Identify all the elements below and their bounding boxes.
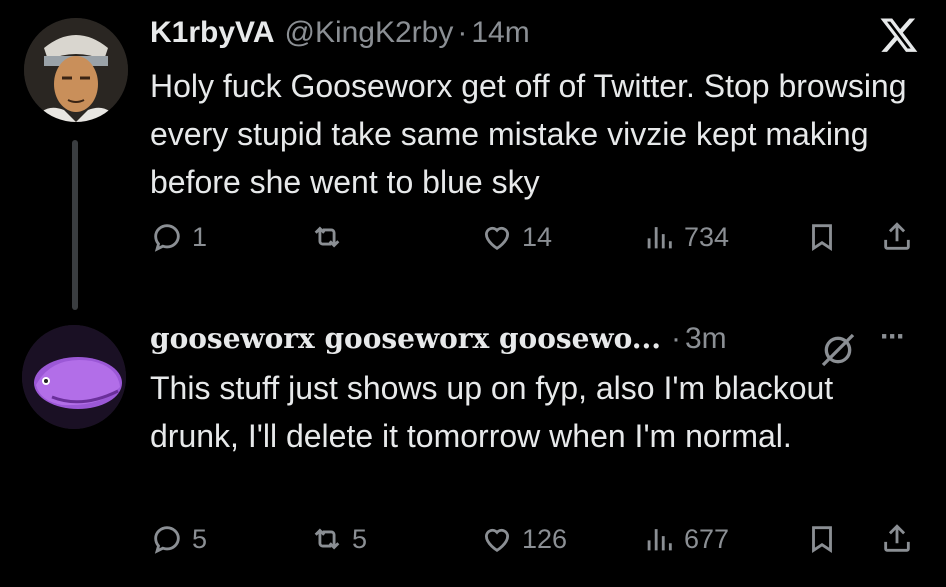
retweet-icon <box>314 528 340 550</box>
reply-icon <box>154 526 180 554</box>
tweet-text: Holy fuck Gooseworx get off of Twitter. … <box>150 68 907 200</box>
view-count: 734 <box>684 221 730 252</box>
more-icon[interactable]: ··· <box>880 320 906 354</box>
timestamp[interactable]: 3m <box>685 322 727 356</box>
like-count: 14 <box>522 221 553 252</box>
avatar[interactable] <box>22 325 126 429</box>
avatar[interactable] <box>24 18 128 122</box>
views-button[interactable]: 677 <box>642 522 729 556</box>
thread-connector <box>72 140 78 310</box>
handle[interactable]: @KingK2rby <box>284 16 453 50</box>
separator-dot: · <box>671 322 681 355</box>
retweet-icon <box>314 226 340 248</box>
like-icon <box>484 528 510 552</box>
like-button[interactable]: 14 <box>480 220 552 254</box>
reply-count: 5 <box>192 523 208 554</box>
display-name[interactable]: K1rbyVA <box>150 16 274 50</box>
share-icon <box>884 524 910 552</box>
retweet-count: 5 <box>352 523 368 554</box>
views-icon <box>647 529 672 551</box>
tweet-header: gooseworx gooseworx goosewo... · 3m <box>150 322 727 356</box>
reply-button[interactable]: 5 <box>150 522 207 556</box>
reply-count: 1 <box>192 221 208 252</box>
timestamp[interactable]: 14m <box>471 16 529 50</box>
retweet-button[interactable]: 5 <box>310 522 367 556</box>
tweet-text: This stuff just shows up on fyp, also I'… <box>150 370 834 454</box>
share-button[interactable] <box>880 220 914 254</box>
views-button[interactable]: 734 <box>642 220 729 254</box>
bookmark-icon <box>812 526 832 553</box>
view-count: 677 <box>684 523 730 554</box>
reply-button[interactable]: 1 <box>150 220 207 254</box>
retweet-button[interactable] <box>310 220 352 254</box>
bookmark-button[interactable] <box>805 522 839 556</box>
tweet-header: K1rbyVA @KingK2rby · 14m <box>150 16 530 50</box>
like-button[interactable]: 126 <box>480 522 567 556</box>
display-name[interactable]: gooseworx gooseworx goosewo... <box>150 322 661 355</box>
share-icon <box>884 222 910 250</box>
separator-dot: · <box>457 16 468 49</box>
views-icon <box>647 227 672 249</box>
like-count: 126 <box>522 523 568 554</box>
bookmark-icon <box>812 224 832 251</box>
reply-icon <box>154 224 180 252</box>
bookmark-button[interactable] <box>805 220 839 254</box>
like-icon <box>484 226 510 250</box>
action-bar: 1 14 734 <box>150 220 918 260</box>
action-bar: 5 5 126 677 <box>150 522 918 562</box>
x-logo-icon <box>878 16 918 56</box>
share-button[interactable] <box>880 522 914 556</box>
